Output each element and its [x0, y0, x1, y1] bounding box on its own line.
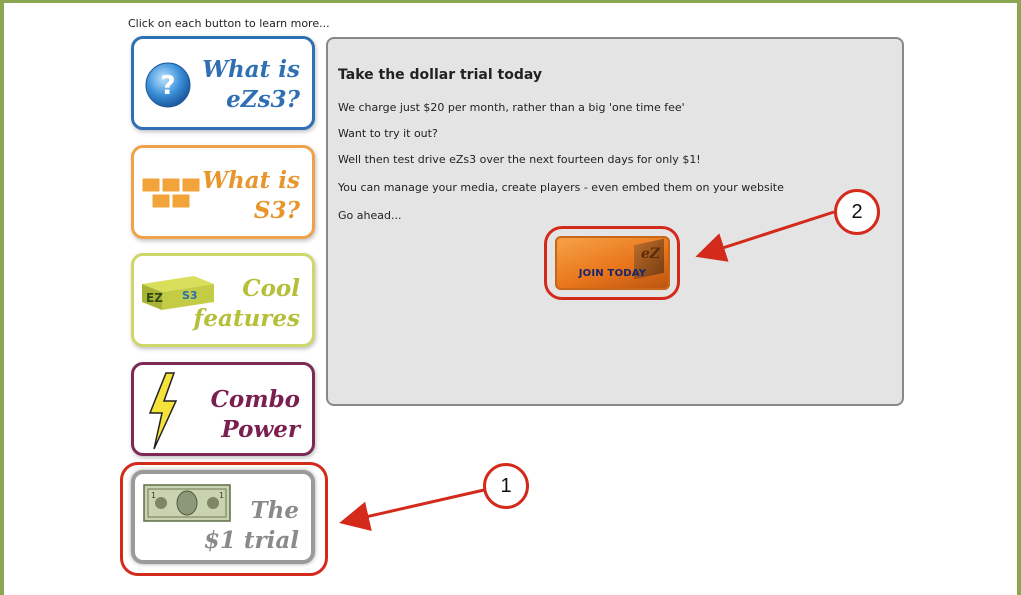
arrow-2	[695, 210, 835, 262]
callout-1: 1	[483, 463, 529, 509]
callout-2: 2	[834, 189, 880, 235]
arrow-1	[339, 488, 485, 531]
